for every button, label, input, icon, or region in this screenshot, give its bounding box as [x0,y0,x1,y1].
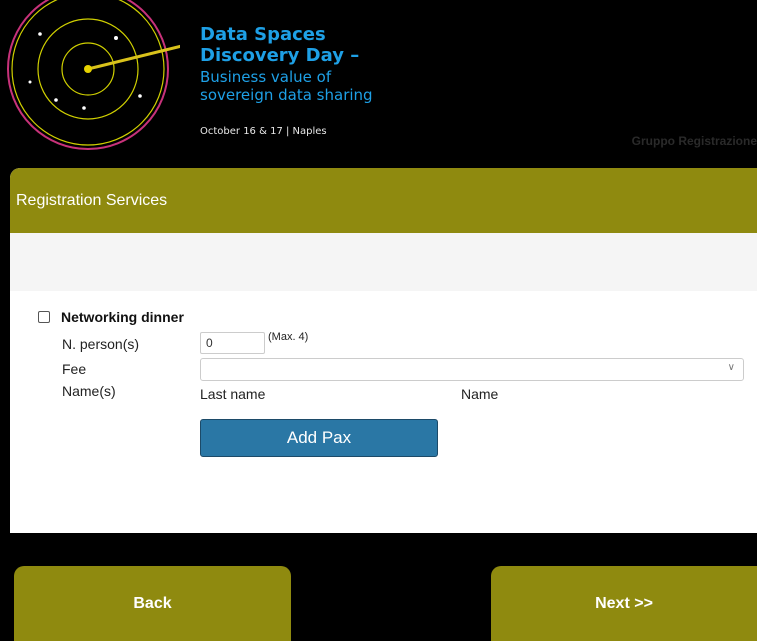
event-title-line1: Data Spaces [200,24,326,45]
next-button[interactable]: Next >> [491,566,757,641]
radar-logo-icon [7,0,180,150]
name-column-header: Name [461,386,499,402]
event-subtitle-line2: sovereign data sharing [200,86,373,104]
fee-select[interactable]: ∨ [200,358,744,381]
section-title: Registration Services [10,168,757,233]
networking-dinner-label: Networking dinner [61,309,184,325]
fee-label: Fee [62,361,87,377]
header-ghost-text: Gruppo Registrazione [631,134,757,148]
event-date: October 16 & 17 | Naples [200,126,327,137]
section-spacer [10,233,757,291]
networking-dinner-row: Networking dinner [38,309,184,325]
event-title: Data Spaces Discovery Day – [200,24,359,66]
header: Data Spaces Discovery Day – Business val… [0,0,757,168]
add-pax-button[interactable]: Add Pax [200,419,438,457]
networking-dinner-checkbox[interactable] [38,311,50,323]
chevron-down-icon: ∨ [727,362,735,373]
names-label: Name(s) [62,383,116,399]
service-block: Networking dinner N. person(s) (Max. 4) … [10,291,757,533]
page: Data Spaces Discovery Day – Business val… [0,0,757,641]
persons-label: N. person(s) [62,336,140,352]
persons-input[interactable] [200,332,265,354]
back-button[interactable]: Back [14,566,291,641]
event-title-line2: Discovery Day – [200,45,360,66]
registration-card: Registration Services Networking dinner … [10,168,757,533]
event-subtitle-line1: Business value of [200,68,332,86]
event-subtitle: Business value of sovereign data sharing [200,68,373,104]
last-name-column-header: Last name [200,386,266,402]
max-note: (Max. 4) [268,331,309,343]
